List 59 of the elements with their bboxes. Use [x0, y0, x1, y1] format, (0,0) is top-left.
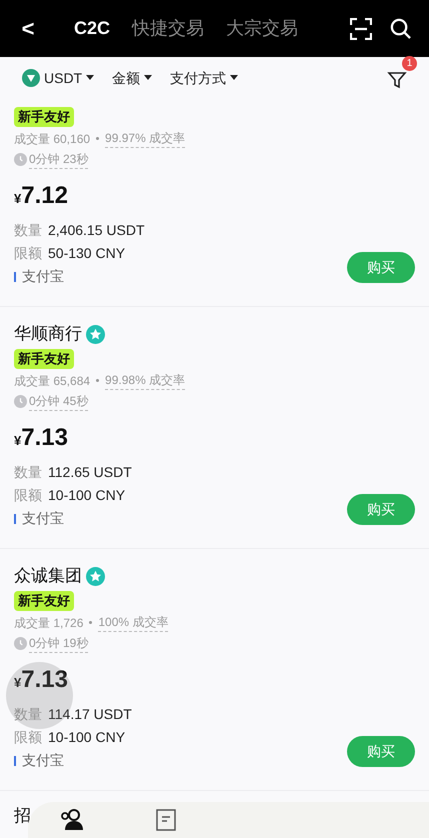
caret-icon	[230, 75, 238, 81]
merchant-name: 众诚集团	[14, 565, 82, 588]
clock-icon	[14, 395, 27, 408]
volume-text: 成交量 65,684	[14, 372, 90, 390]
back-button[interactable]: <	[18, 12, 38, 45]
limit-value: 50-130 CNY	[48, 244, 126, 263]
payment-method: 支付宝	[22, 509, 64, 528]
merchant-name: 招	[14, 806, 31, 825]
payment-marker	[14, 272, 16, 282]
payment-method: 支付宝	[22, 267, 64, 286]
notification-badge: 1	[402, 56, 417, 71]
quantity-label: 数量	[14, 705, 42, 724]
quantity-value: 112.65 USDT	[48, 463, 132, 482]
header-tab[interactable]: C2C	[74, 15, 110, 42]
quantity-label: 数量	[14, 463, 42, 482]
clock-icon	[14, 153, 27, 166]
search-icon[interactable]	[390, 18, 411, 39]
completion-rate: 100% 成交率	[98, 613, 168, 632]
price: 7.12	[21, 181, 68, 211]
pay-time: 0分钟 19秒	[29, 634, 88, 653]
people-icon[interactable]	[60, 808, 86, 832]
volume-text: 成交量 1,726	[14, 614, 84, 632]
coin-icon	[22, 69, 40, 87]
limit-label: 限额	[14, 244, 42, 263]
filter-dropdown[interactable]: 金额	[112, 68, 152, 88]
caret-icon	[144, 75, 152, 81]
price: 7.13	[21, 665, 68, 695]
limit-value: 10-100 CNY	[48, 728, 126, 747]
filter-dropdown[interactable]: 支付方式	[170, 68, 238, 88]
clock-icon	[14, 637, 27, 650]
payment-marker	[14, 756, 16, 766]
header-tab[interactable]: 大宗交易	[226, 15, 298, 42]
price: 7.13	[21, 423, 68, 453]
caret-icon	[86, 75, 94, 81]
tag-badge: 新手友好	[14, 591, 74, 611]
pay-time: 0分钟 23秒	[29, 150, 88, 169]
filter-dropdown[interactable]: USDT	[22, 68, 94, 88]
volume-text: 成交量 60,160	[14, 130, 90, 148]
tag-badge: 新手友好	[14, 107, 74, 127]
quantity-value: 114.17 USDT	[48, 705, 132, 724]
currency-symbol: ¥	[14, 432, 22, 450]
scan-icon[interactable]	[350, 18, 372, 40]
currency-symbol: ¥	[14, 190, 22, 208]
currency-symbol: ¥	[14, 674, 22, 692]
merchant-name: 华顺商行	[14, 323, 82, 346]
tag-badge: 新手友好	[14, 349, 74, 369]
limit-label: 限额	[14, 486, 42, 505]
quantity-label: 数量	[14, 221, 42, 240]
pay-time: 0分钟 45秒	[29, 392, 88, 411]
payment-method: 支付宝	[22, 751, 64, 770]
completion-rate: 99.97% 成交率	[105, 129, 186, 148]
completion-rate: 99.98% 成交率	[105, 371, 186, 390]
limit-value: 10-100 CNY	[48, 486, 126, 505]
document-icon[interactable]	[156, 809, 176, 831]
header-tab[interactable]: 快捷交易	[132, 15, 204, 42]
filter-icon[interactable]	[387, 70, 407, 90]
payment-marker	[14, 514, 16, 524]
limit-label: 限额	[14, 728, 42, 747]
quantity-value: 2,406.15 USDT	[48, 221, 144, 240]
